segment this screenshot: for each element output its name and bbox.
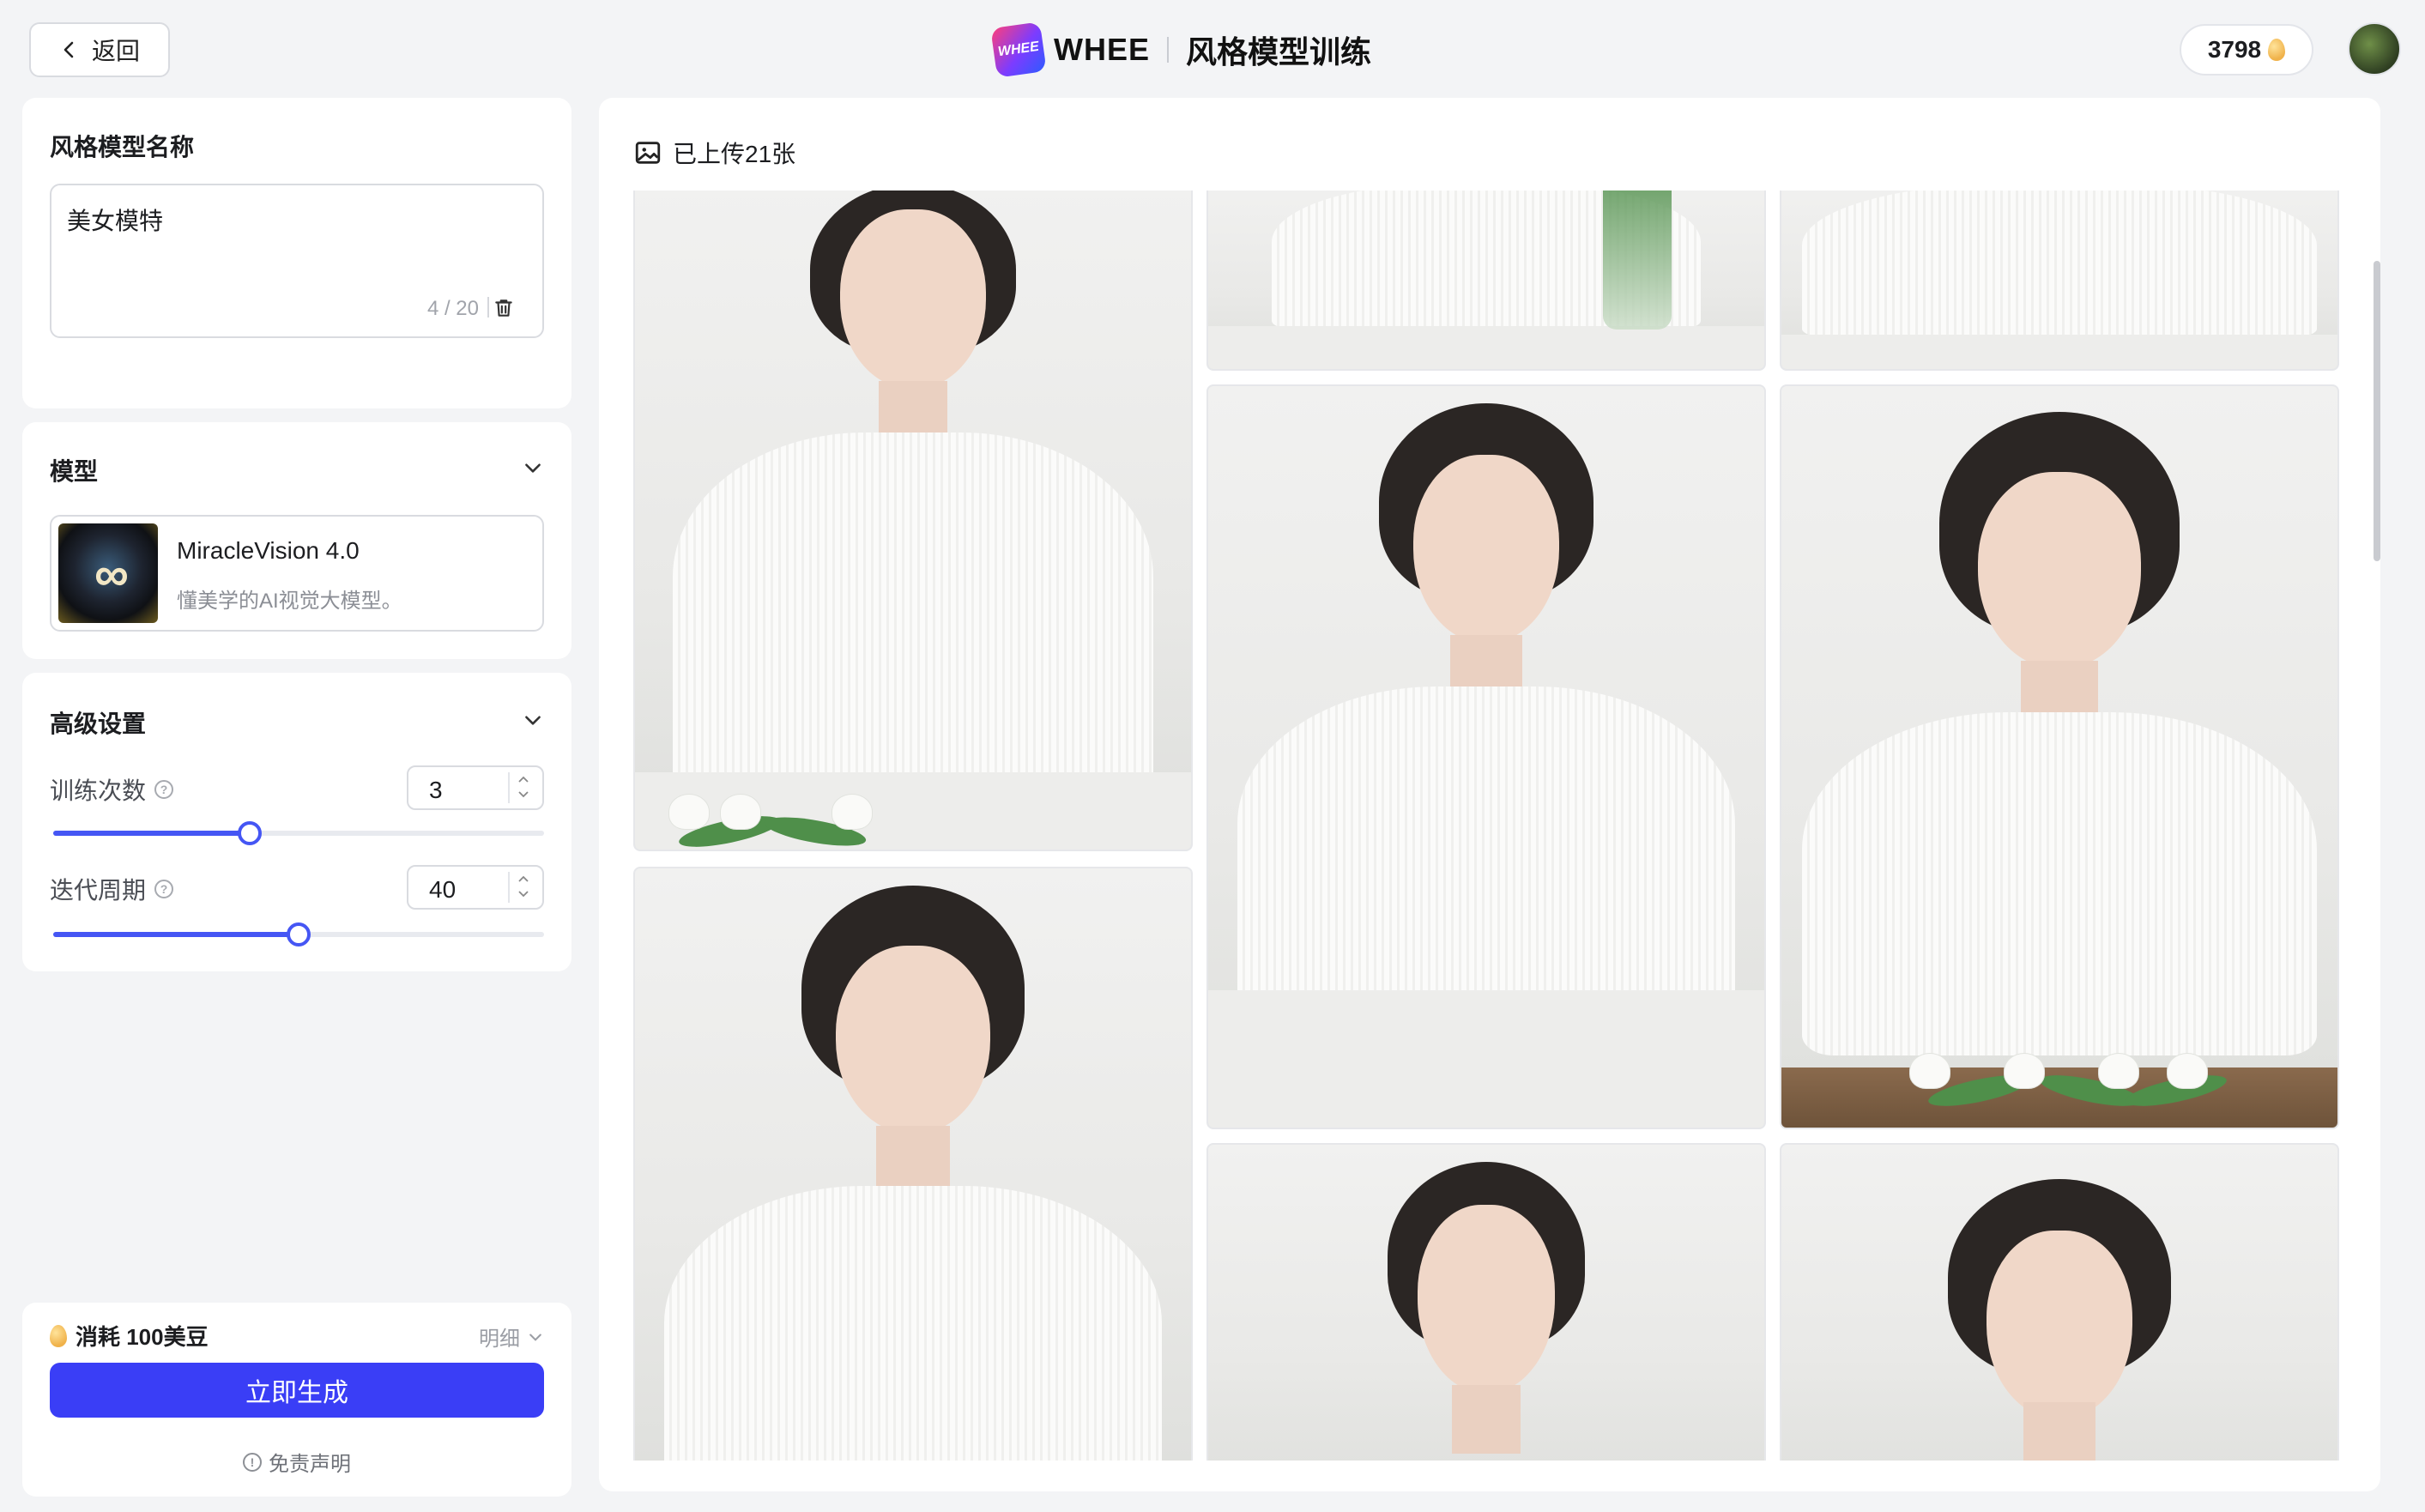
logo-text: WHEE — [1054, 32, 1150, 67]
top-bar: 返回 WHEE WHEE 风格模型训练 3798 — [0, 0, 2425, 96]
slider-fill — [53, 932, 299, 937]
chevron-down-icon[interactable] — [517, 789, 530, 800]
photo-item[interactable] — [1780, 384, 2339, 1129]
upload-count: 已上传21张 — [633, 136, 795, 170]
photo-item[interactable] — [1780, 1143, 2339, 1461]
whee-logo-icon: WHEE — [990, 21, 1047, 78]
model-name: MiracleVision 4.0 — [177, 537, 360, 564]
model-name-title: 风格模型名称 — [50, 134, 195, 160]
train-count-input[interactable]: 3 — [407, 765, 544, 810]
help-icon[interactable]: ? — [154, 880, 174, 898]
upload-count-text: 已上传21张 — [673, 141, 796, 167]
bean-icon — [50, 1324, 67, 1347]
photo-item[interactable] — [1206, 384, 1766, 1129]
train-count-value: 3 — [429, 777, 443, 803]
photo-item[interactable] — [633, 191, 1193, 851]
trash-icon[interactable] — [493, 297, 515, 319]
advanced-settings-panel: 高级设置 训练次数 ? 3 迭代周期 ? 40 — [22, 673, 571, 971]
avatar[interactable] — [2348, 22, 2401, 76]
generate-panel: 消耗 100美豆 明细 立即生成 ! 免责声明 — [22, 1303, 571, 1497]
slider-handle[interactable] — [237, 821, 262, 845]
cost-text: 消耗 100美豆 — [76, 1324, 209, 1350]
stepper[interactable] — [508, 872, 535, 903]
chevron-down-icon[interactable] — [517, 889, 530, 899]
count-divider — [487, 297, 489, 318]
chevron-down-icon[interactable] — [522, 709, 544, 731]
epoch-input[interactable]: 40 — [407, 865, 544, 910]
chevron-down-icon[interactable] — [522, 457, 544, 479]
back-label: 返回 — [91, 38, 140, 64]
model-name-value: 美女模特 — [67, 208, 164, 234]
gallery-panel: 已上传21张 — [599, 98, 2380, 1491]
miraclevision-logo-icon: ∞ — [94, 546, 129, 601]
photo-item[interactable] — [633, 867, 1193, 1461]
disclaimer-text: 免责声明 — [269, 1453, 351, 1476]
scrollbar[interactable] — [2374, 261, 2380, 561]
model-panel: 模型 ∞ MiracleVision 4.0 懂美学的AI视觉大模型。 — [22, 422, 571, 659]
detail-dropdown[interactable]: 明细 — [479, 1321, 544, 1352]
model-card[interactable]: ∞ MiracleVision 4.0 懂美学的AI视觉大模型。 — [50, 515, 544, 632]
epoch-label: 迭代周期 ? — [50, 872, 174, 906]
model-thumbnail: ∞ — [58, 523, 158, 623]
train-count-text: 训练次数 — [50, 777, 147, 804]
chevron-down-icon — [529, 1334, 541, 1341]
cost-row: 消耗 100美豆 — [50, 1320, 209, 1352]
photo-grid — [633, 191, 2341, 1461]
train-count-label: 训练次数 ? — [50, 772, 174, 807]
brand: WHEE WHEE 风格模型训练 — [990, 21, 1372, 78]
model-name-panel: 风格模型名称 美女模特 4 / 20 — [22, 98, 571, 408]
model-description: 懂美学的AI视觉大模型。 — [177, 590, 402, 613]
bean-icon — [2268, 39, 2286, 61]
generate-button[interactable]: 立即生成 — [50, 1363, 544, 1418]
page-title: 风格模型训练 — [1186, 34, 1372, 70]
brand-divider — [1167, 37, 1169, 63]
epoch-slider[interactable] — [53, 922, 544, 947]
detail-label: 明细 — [479, 1328, 520, 1351]
photo-item[interactable] — [1206, 1143, 1766, 1461]
epoch-value: 40 — [429, 876, 457, 903]
epoch-text: 迭代周期 — [50, 877, 147, 904]
chevron-up-icon[interactable] — [517, 774, 530, 784]
chevron-up-icon[interactable] — [517, 874, 530, 884]
info-icon: ! — [243, 1452, 262, 1472]
advanced-title: 高级设置 — [50, 711, 147, 737]
credits-badge[interactable]: 3798 — [2180, 24, 2313, 76]
image-icon — [635, 142, 661, 164]
back-button[interactable]: 返回 — [29, 22, 170, 77]
stepper[interactable] — [508, 772, 535, 803]
char-count: 4 / 20 — [426, 297, 479, 320]
help-icon[interactable]: ? — [154, 780, 174, 799]
chevron-left-icon — [63, 41, 74, 58]
disclaimer-link[interactable]: ! 免责声明 — [22, 1447, 571, 1477]
slider-handle[interactable] — [287, 922, 311, 947]
train-count-slider[interactable] — [53, 821, 544, 845]
photo-item[interactable] — [1206, 191, 1766, 371]
model-name-input[interactable]: 美女模特 4 / 20 — [50, 184, 544, 338]
model-title: 模型 — [50, 458, 99, 485]
slider-fill — [53, 831, 250, 836]
credits-value: 3798 — [2207, 36, 2262, 63]
photo-item[interactable] — [1780, 191, 2339, 371]
